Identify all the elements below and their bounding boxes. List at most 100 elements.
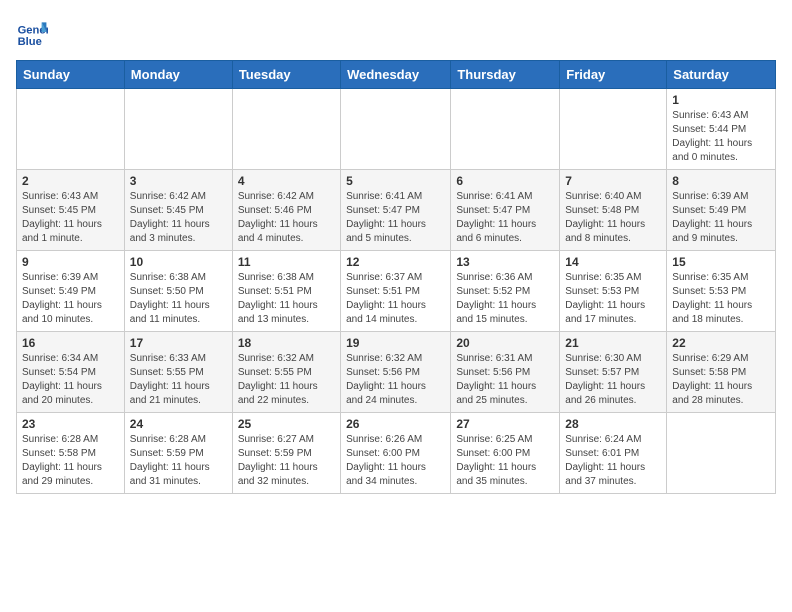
- calendar-cell: [124, 89, 232, 170]
- calendar-week-2: 9 Sunrise: 6:39 AM Sunset: 5:49 PM Daylig…: [17, 251, 776, 332]
- day-number: 14: [565, 255, 661, 269]
- day-number: 19: [346, 336, 445, 350]
- day-number: 7: [565, 174, 661, 188]
- day-info: Sunrise: 6:43 AM Sunset: 5:44 PM Dayligh…: [672, 109, 770, 165]
- day-number: 21: [565, 336, 661, 350]
- day-info: Sunrise: 6:32 AM Sunset: 5:56 PM Dayligh…: [346, 352, 445, 408]
- day-number: 11: [238, 255, 335, 269]
- day-number: 6: [456, 174, 554, 188]
- day-info: Sunrise: 6:35 AM Sunset: 5:53 PM Dayligh…: [672, 271, 770, 327]
- calendar-cell: 6 Sunrise: 6:41 AM Sunset: 5:47 PM Daylig…: [451, 170, 560, 251]
- day-header-friday: Friday: [560, 61, 667, 89]
- calendar-header-row: SundayMondayTuesdayWednesdayThursdayFrid…: [17, 61, 776, 89]
- day-number: 1: [672, 93, 770, 107]
- day-info: Sunrise: 6:39 AM Sunset: 5:49 PM Dayligh…: [672, 190, 770, 246]
- day-header-saturday: Saturday: [667, 61, 776, 89]
- calendar-cell: 24 Sunrise: 6:28 AM Sunset: 5:59 PM Dayli…: [124, 413, 232, 494]
- calendar-cell: [667, 413, 776, 494]
- day-info: Sunrise: 6:32 AM Sunset: 5:55 PM Dayligh…: [238, 352, 335, 408]
- day-number: 18: [238, 336, 335, 350]
- day-number: 13: [456, 255, 554, 269]
- calendar-cell: 19 Sunrise: 6:32 AM Sunset: 5:56 PM Dayli…: [341, 332, 451, 413]
- calendar-cell: 28 Sunrise: 6:24 AM Sunset: 6:01 PM Dayli…: [560, 413, 667, 494]
- day-info: Sunrise: 6:33 AM Sunset: 5:55 PM Dayligh…: [130, 352, 227, 408]
- day-number: 5: [346, 174, 445, 188]
- svg-text:Blue: Blue: [18, 36, 42, 48]
- day-info: Sunrise: 6:37 AM Sunset: 5:51 PM Dayligh…: [346, 271, 445, 327]
- day-info: Sunrise: 6:40 AM Sunset: 5:48 PM Dayligh…: [565, 190, 661, 246]
- day-header-tuesday: Tuesday: [232, 61, 340, 89]
- day-info: Sunrise: 6:30 AM Sunset: 5:57 PM Dayligh…: [565, 352, 661, 408]
- day-info: Sunrise: 6:29 AM Sunset: 5:58 PM Dayligh…: [672, 352, 770, 408]
- day-header-wednesday: Wednesday: [341, 61, 451, 89]
- calendar-cell: 13 Sunrise: 6:36 AM Sunset: 5:52 PM Dayli…: [451, 251, 560, 332]
- day-header-thursday: Thursday: [451, 61, 560, 89]
- day-number: 8: [672, 174, 770, 188]
- calendar-cell: 25Sunrise: 6:27 AM Sunset: 5:59 PM Dayli…: [232, 413, 340, 494]
- day-number: 10: [130, 255, 227, 269]
- day-number: 27: [456, 417, 554, 431]
- calendar-week-1: 2 Sunrise: 6:43 AM Sunset: 5:45 PM Daylig…: [17, 170, 776, 251]
- calendar-cell: 27 Sunrise: 6:25 AM Sunset: 6:00 PM Dayli…: [451, 413, 560, 494]
- day-number: 28: [565, 417, 661, 431]
- day-number: 23: [22, 417, 119, 431]
- calendar-week-0: 1 Sunrise: 6:43 AM Sunset: 5:44 PM Daylig…: [17, 89, 776, 170]
- day-number: 24: [130, 417, 227, 431]
- day-info: Sunrise: 6:34 AM Sunset: 5:54 PM Dayligh…: [22, 352, 119, 408]
- calendar-cell: 7 Sunrise: 6:40 AM Sunset: 5:48 PM Daylig…: [560, 170, 667, 251]
- calendar-cell: [232, 89, 340, 170]
- calendar-cell: 22 Sunrise: 6:29 AM Sunset: 5:58 PM Dayli…: [667, 332, 776, 413]
- calendar-table: SundayMondayTuesdayWednesdayThursdayFrid…: [16, 60, 776, 494]
- day-info: Sunrise: 6:31 AM Sunset: 5:56 PM Dayligh…: [456, 352, 554, 408]
- calendar-cell: 9 Sunrise: 6:39 AM Sunset: 5:49 PM Daylig…: [17, 251, 125, 332]
- day-number: 2: [22, 174, 119, 188]
- day-number: 12: [346, 255, 445, 269]
- calendar-cell: 15Sunrise: 6:35 AM Sunset: 5:53 PM Dayli…: [667, 251, 776, 332]
- day-number: 16: [22, 336, 119, 350]
- calendar-week-3: 16 Sunrise: 6:34 AM Sunset: 5:54 PM Dayli…: [17, 332, 776, 413]
- page-header: General Blue: [16, 16, 776, 48]
- calendar-cell: [341, 89, 451, 170]
- calendar-cell: 14Sunrise: 6:35 AM Sunset: 5:53 PM Dayli…: [560, 251, 667, 332]
- calendar-cell: 26 Sunrise: 6:26 AM Sunset: 6:00 PM Dayli…: [341, 413, 451, 494]
- day-header-monday: Monday: [124, 61, 232, 89]
- day-number: 3: [130, 174, 227, 188]
- day-info: Sunrise: 6:38 AM Sunset: 5:51 PM Dayligh…: [238, 271, 335, 327]
- day-info: Sunrise: 6:28 AM Sunset: 5:58 PM Dayligh…: [22, 433, 119, 489]
- calendar-cell: 20 Sunrise: 6:31 AM Sunset: 5:56 PM Dayli…: [451, 332, 560, 413]
- day-number: 22: [672, 336, 770, 350]
- calendar-cell: [560, 89, 667, 170]
- day-info: Sunrise: 6:24 AM Sunset: 6:01 PM Dayligh…: [565, 433, 661, 489]
- calendar-body: 1 Sunrise: 6:43 AM Sunset: 5:44 PM Daylig…: [17, 89, 776, 494]
- calendar-cell: 8 Sunrise: 6:39 AM Sunset: 5:49 PM Daylig…: [667, 170, 776, 251]
- calendar-cell: 11 Sunrise: 6:38 AM Sunset: 5:51 PM Dayli…: [232, 251, 340, 332]
- calendar-cell: 18 Sunrise: 6:32 AM Sunset: 5:55 PM Dayli…: [232, 332, 340, 413]
- logo: General Blue: [16, 16, 52, 48]
- day-info: Sunrise: 6:42 AM Sunset: 5:46 PM Dayligh…: [238, 190, 335, 246]
- day-info: Sunrise: 6:43 AM Sunset: 5:45 PM Dayligh…: [22, 190, 119, 246]
- calendar-cell: [17, 89, 125, 170]
- day-header-sunday: Sunday: [17, 61, 125, 89]
- day-number: 25: [238, 417, 335, 431]
- calendar-cell: 3Sunrise: 6:42 AM Sunset: 5:45 PM Daylig…: [124, 170, 232, 251]
- calendar-cell: 1 Sunrise: 6:43 AM Sunset: 5:44 PM Daylig…: [667, 89, 776, 170]
- day-number: 9: [22, 255, 119, 269]
- calendar-cell: 21 Sunrise: 6:30 AM Sunset: 5:57 PM Dayli…: [560, 332, 667, 413]
- day-info: Sunrise: 6:28 AM Sunset: 5:59 PM Dayligh…: [130, 433, 227, 489]
- day-info: Sunrise: 6:41 AM Sunset: 5:47 PM Dayligh…: [456, 190, 554, 246]
- calendar-cell: 16 Sunrise: 6:34 AM Sunset: 5:54 PM Dayli…: [17, 332, 125, 413]
- day-info: Sunrise: 6:36 AM Sunset: 5:52 PM Dayligh…: [456, 271, 554, 327]
- day-info: Sunrise: 6:25 AM Sunset: 6:00 PM Dayligh…: [456, 433, 554, 489]
- day-number: 17: [130, 336, 227, 350]
- calendar-cell: 10Sunrise: 6:38 AM Sunset: 5:50 PM Dayli…: [124, 251, 232, 332]
- day-info: Sunrise: 6:39 AM Sunset: 5:49 PM Dayligh…: [22, 271, 119, 327]
- calendar-cell: 17 Sunrise: 6:33 AM Sunset: 5:55 PM Dayli…: [124, 332, 232, 413]
- day-number: 26: [346, 417, 445, 431]
- calendar-cell: 23 Sunrise: 6:28 AM Sunset: 5:58 PM Dayli…: [17, 413, 125, 494]
- day-info: Sunrise: 6:26 AM Sunset: 6:00 PM Dayligh…: [346, 433, 445, 489]
- calendar-cell: 12 Sunrise: 6:37 AM Sunset: 5:51 PM Dayli…: [341, 251, 451, 332]
- calendar-cell: 2 Sunrise: 6:43 AM Sunset: 5:45 PM Daylig…: [17, 170, 125, 251]
- day-info: Sunrise: 6:41 AM Sunset: 5:47 PM Dayligh…: [346, 190, 445, 246]
- day-number: 20: [456, 336, 554, 350]
- calendar-cell: [451, 89, 560, 170]
